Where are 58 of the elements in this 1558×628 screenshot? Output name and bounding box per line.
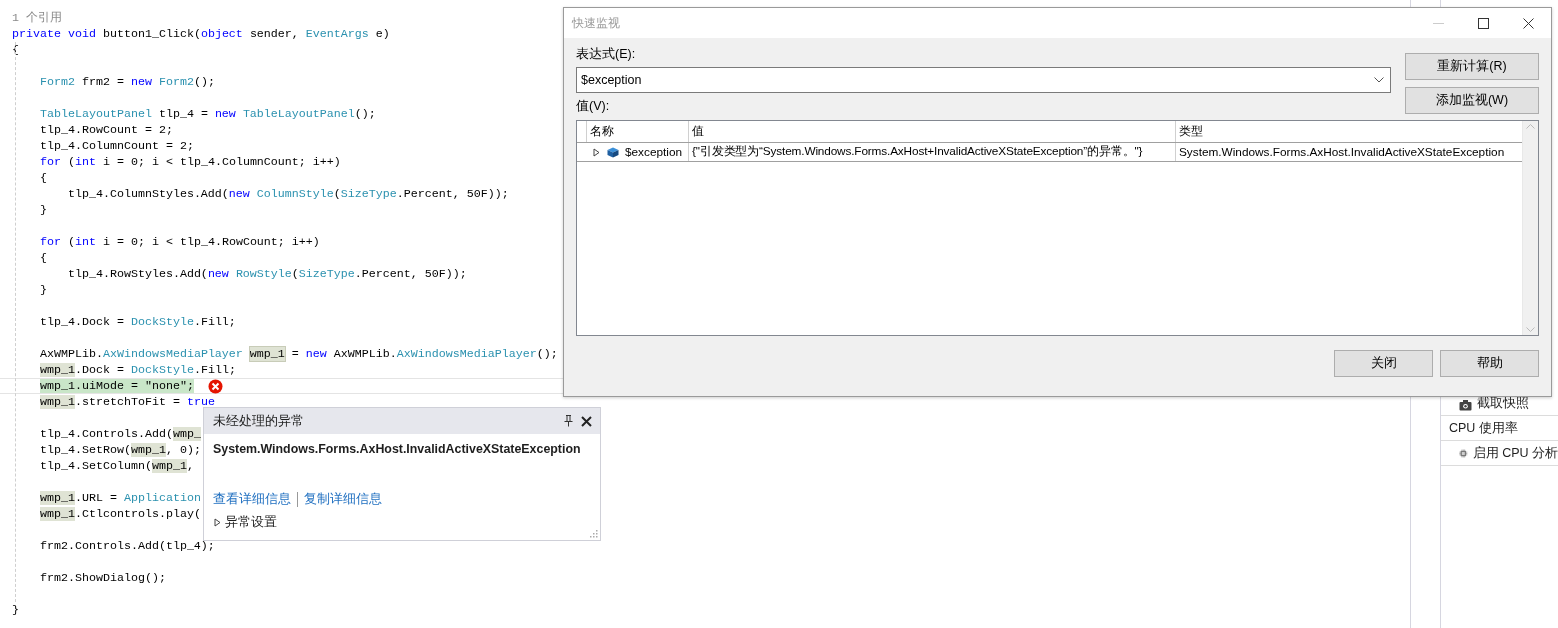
code-line: TableLayoutPanel tlp_4 = new TableLayoutPanel(); xyxy=(39,106,376,122)
resize-grip-icon[interactable] xyxy=(589,529,598,538)
details-link[interactable]: 复制详细信息 xyxy=(304,491,382,508)
table-cell: {"引发类型为“System.Windows.Forms.AxHost+InvalidActiveXStateException”的异常。"} xyxy=(692,144,1143,160)
exception-type: System.Windows.Forms.AxHost.InvalidActiveXStateException xyxy=(213,442,582,456)
panel-action[interactable]: 截取快照 xyxy=(1477,395,1529,412)
code-line: frm2.Controls.Add(tlp_4); xyxy=(39,538,215,554)
reference-count[interactable]: 1 个引用 xyxy=(12,10,62,26)
settings-toggle[interactable]: 异常设置 xyxy=(225,514,277,531)
table-cell: System.Windows.Forms.AxHost.InvalidActiveXStateException xyxy=(1179,145,1505,159)
close-icon[interactable] xyxy=(581,415,592,427)
dialog-button[interactable]: 重新计算(R) xyxy=(1405,53,1539,80)
code-line: tlp_4.SetRow(wmp_1, 0); xyxy=(39,442,201,458)
code-line: wmp_1.Ctlcontrols.play( xyxy=(38,506,201,522)
dialog-button[interactable]: 帮助 xyxy=(1440,350,1539,377)
maximize-icon[interactable] xyxy=(1478,17,1489,29)
details-link[interactable]: 查看详细信息 xyxy=(213,491,291,508)
dialog-title: 快速监视 xyxy=(572,14,620,32)
error-icon[interactable] xyxy=(207,378,223,394)
code-line: tlp_4.Controls.Add(wmp_ xyxy=(39,426,201,442)
code-line: for (int i = 0; i < tlp_4.ColumnCount; i++) xyxy=(39,154,341,170)
dialog-button[interactable]: 添加监视(W) xyxy=(1405,87,1539,114)
field-label: 表达式(E): xyxy=(576,46,636,63)
code-line: } xyxy=(39,282,47,298)
code-line: tlp_4.ColumnCount = 2; xyxy=(39,138,194,154)
column-header[interactable]: 名称 xyxy=(586,121,688,142)
dialog-button[interactable]: 关闭 xyxy=(1334,350,1433,377)
code-line: wmp_1.Dock = DockStyle.Fill; xyxy=(38,362,236,378)
code-line: tlp_4.RowStyles.Add(new RowStyle(SizeType.Percent, 50F)); xyxy=(66,266,467,282)
code-line: tlp_4.Dock = DockStyle.Fill; xyxy=(39,314,236,330)
code-line: AxWMPLib.AxWindowsMediaPlayer wmp_1 = new AxWMPLib.AxWindowsMediaPlayer(); xyxy=(39,346,558,362)
code-line: { xyxy=(39,170,47,186)
code-line: { xyxy=(39,250,47,266)
code-line: tlp_4.SetColumn(wmp_1, xyxy=(39,458,194,474)
table-cell: $exception xyxy=(625,145,683,159)
code-line: for (int i = 0; i < tlp_4.RowCount; i++) xyxy=(39,234,320,250)
code-line: wmp_1.URL = Application xyxy=(38,490,201,506)
code-line: } xyxy=(12,602,19,618)
code-line: } xyxy=(39,202,47,218)
close-icon[interactable] xyxy=(1523,17,1534,29)
code-line: Form2 frm2 = new Form2(); xyxy=(39,74,215,90)
camera-icon xyxy=(1459,399,1472,412)
chevron-down-icon[interactable] xyxy=(1374,77,1384,83)
expression-field[interactable]: $exception xyxy=(576,67,1391,93)
section-header: CPU 使用率 xyxy=(1449,419,1518,437)
expand-icon[interactable] xyxy=(213,518,222,527)
code-line: private void button1_Click(object sender, EventArgs e) xyxy=(12,26,390,42)
code-line: wmp_1.stretchToFit = true xyxy=(38,394,215,410)
code-line: tlp_4.RowCount = 2; xyxy=(39,122,173,138)
popup-title: 未经处理的异常 xyxy=(213,412,305,430)
code-line: tlp_4.ColumnStyles.Add(new ColumnStyle(SizeType.Percent, 50F)); xyxy=(66,186,509,202)
pin-icon[interactable] xyxy=(564,415,573,427)
panel-action[interactable]: 启用 CPU 分析 xyxy=(1472,444,1558,462)
column-header[interactable]: 值 xyxy=(688,121,1175,142)
code-line: frm2.ShowDialog(); xyxy=(39,570,166,586)
expand-icon[interactable] xyxy=(592,147,601,157)
object-icon xyxy=(607,146,619,158)
field-label: 值(V): xyxy=(576,98,610,115)
